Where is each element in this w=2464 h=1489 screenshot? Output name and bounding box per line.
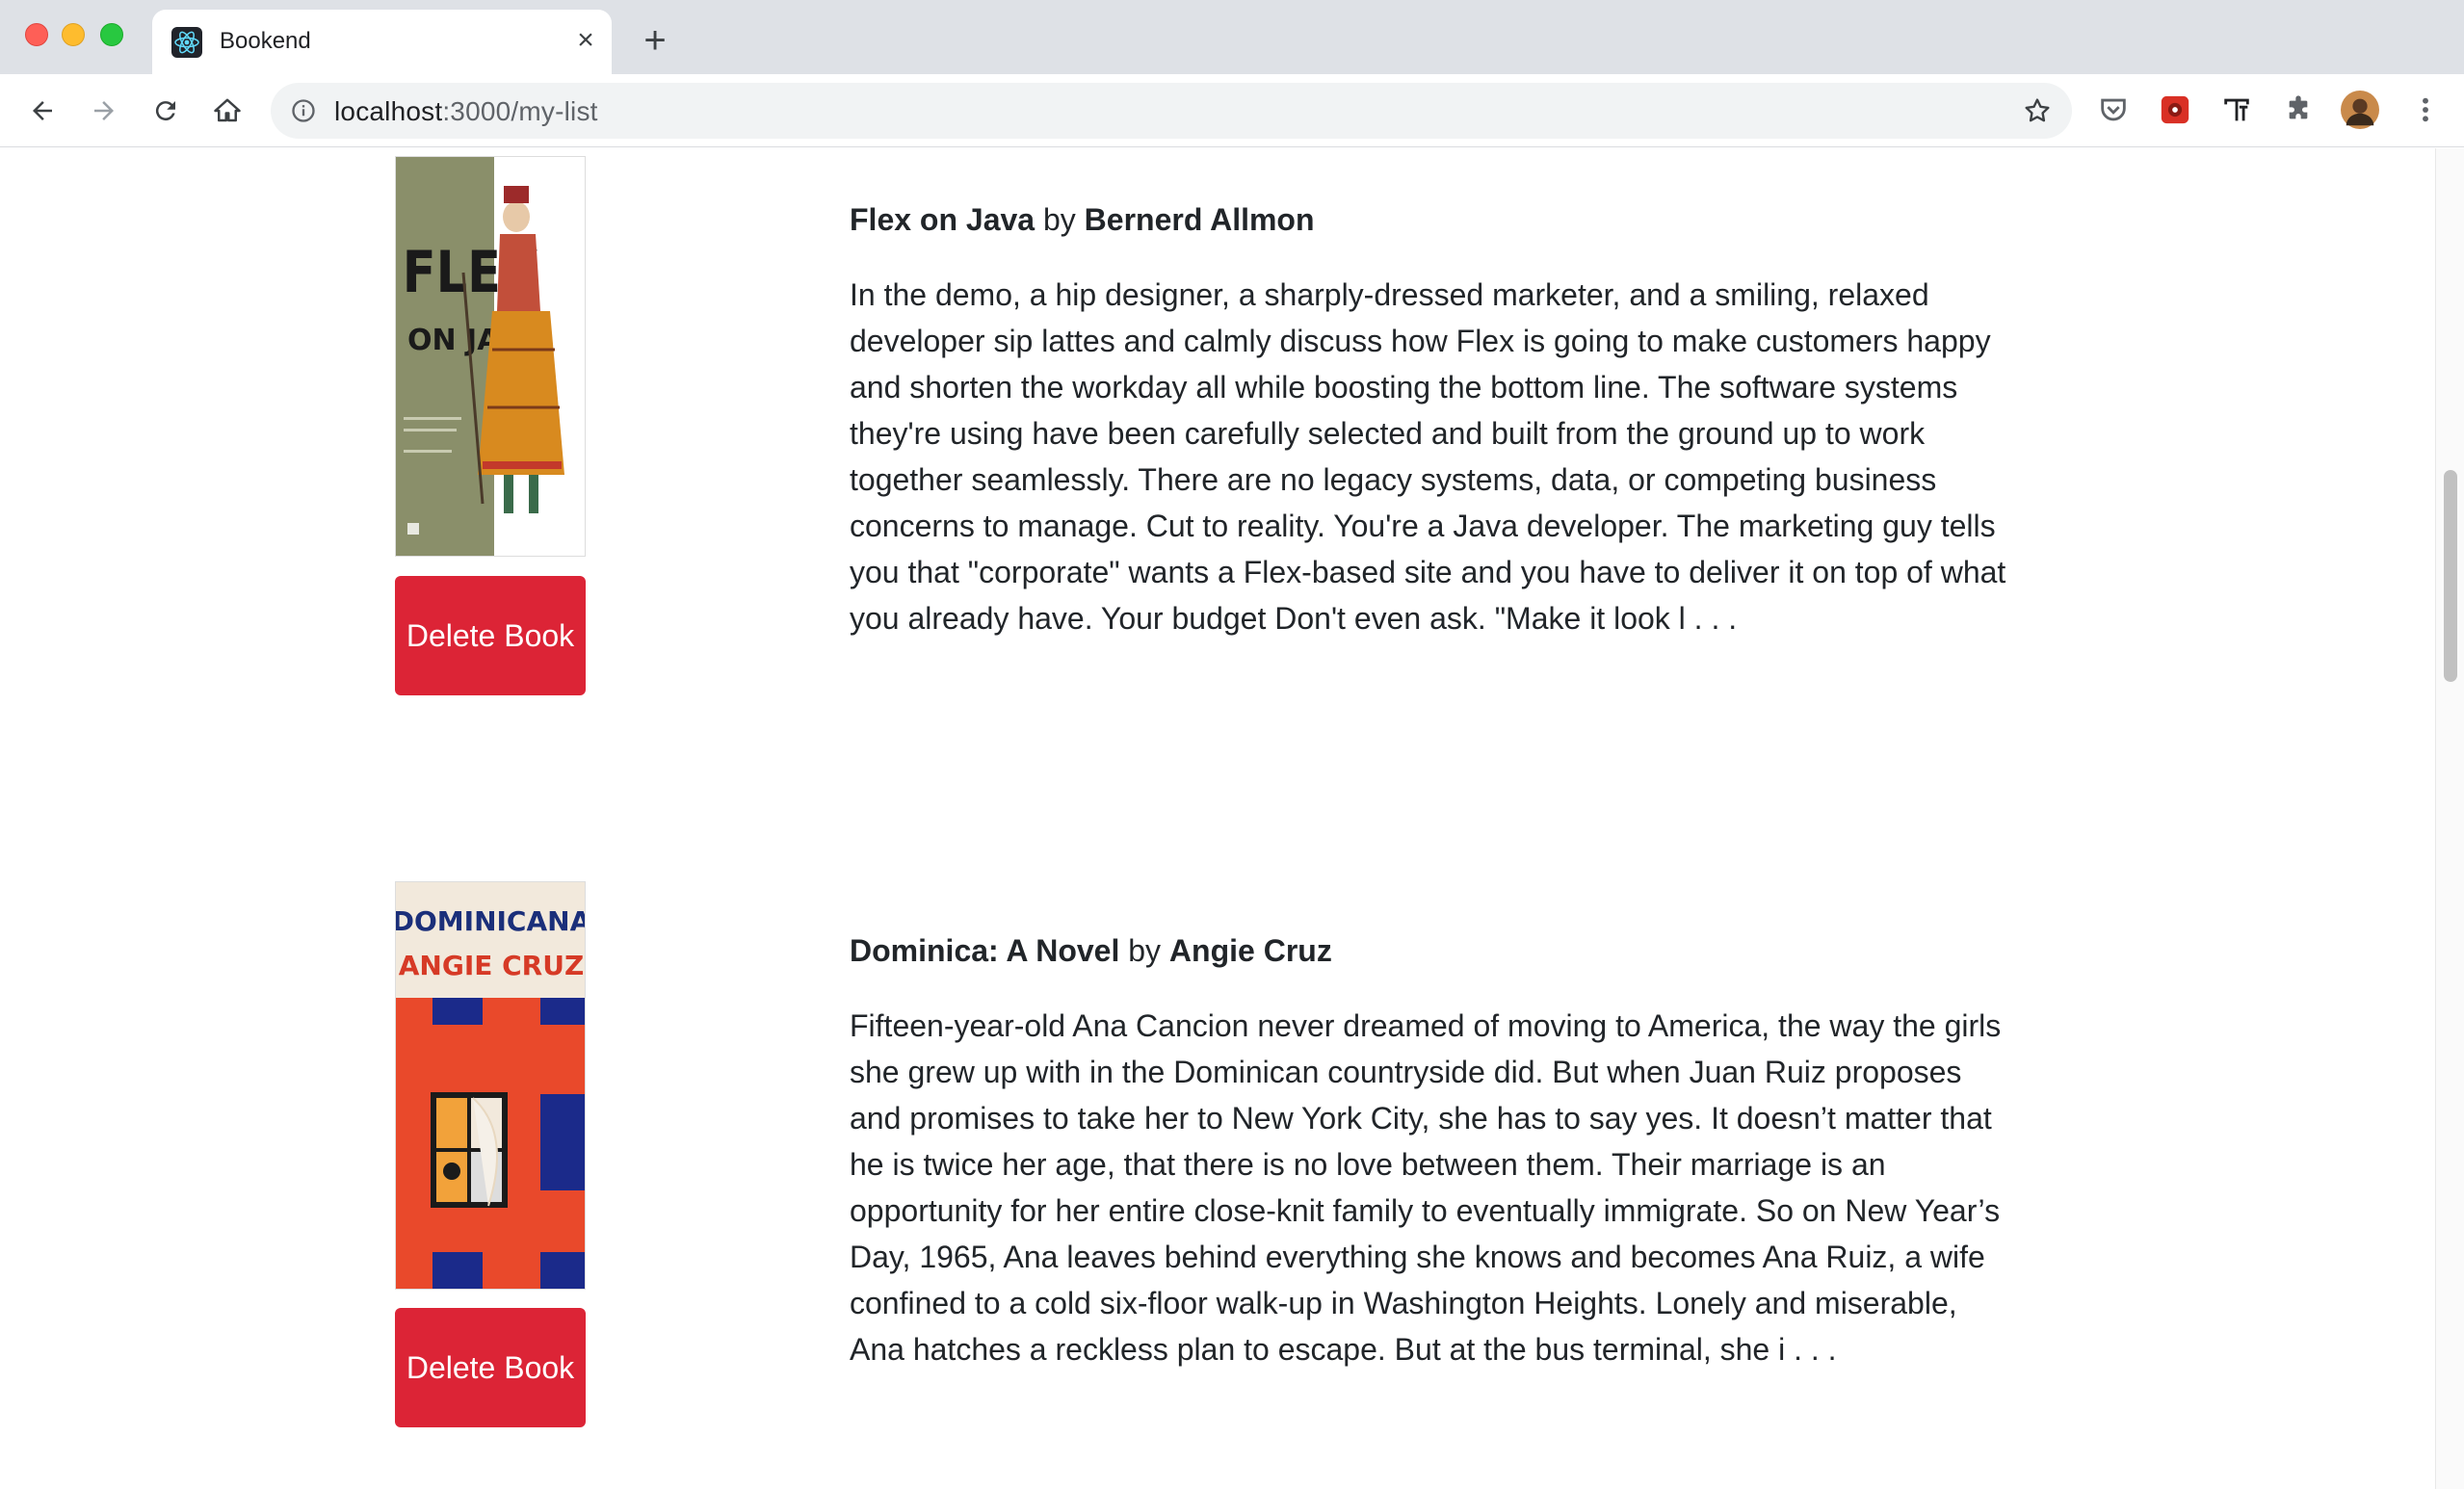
book-title: Dominica: A Novel xyxy=(850,933,1120,968)
by-label: by xyxy=(1042,202,1076,237)
react-logo-icon xyxy=(171,27,202,58)
book-title: Flex on Java xyxy=(850,202,1035,237)
window-maximize-button[interactable] xyxy=(100,23,123,46)
site-info-icon[interactable] xyxy=(290,97,317,124)
new-tab-plus-icon[interactable]: + xyxy=(636,21,674,60)
forward-arrow-icon[interactable] xyxy=(83,90,125,132)
book-heading: Flex on Java by Bernerd Allmon xyxy=(850,200,2017,239)
browser-toolbar: localhost:3000/my-list xyxy=(0,74,2464,147)
url-host: localhost xyxy=(334,96,443,126)
back-arrow-icon[interactable] xyxy=(21,90,64,132)
book-description: Fifteen-year-old Ana Cancion never dream… xyxy=(850,1008,2002,1367)
book-info: Flex on Java by Bernerd Allmon In the de… xyxy=(850,200,2017,641)
address-bar[interactable]: localhost:3000/my-list xyxy=(271,83,2072,139)
book-info: Dominica: A Novel by Angie Cruz Fifteen-… xyxy=(850,931,2017,1372)
delete-book-button[interactable]: Delete Book xyxy=(395,576,586,695)
tab-title: Bookend xyxy=(220,28,311,54)
book-cover-image: FLEX ON JAVA xyxy=(395,156,586,557)
delete-book-button[interactable]: Delete Book xyxy=(395,1308,586,1427)
cover-title-line1: DOMINICANA xyxy=(396,905,586,937)
extensions-puzzle-icon[interactable] xyxy=(2279,91,2318,129)
book-author: Angie Cruz xyxy=(1168,933,1332,968)
book-cover-image: DOMINICANA ANGIE CRUZ xyxy=(395,881,586,1290)
window-close-button[interactable] xyxy=(25,23,48,46)
vertical-scrollbar[interactable] xyxy=(2435,148,2464,1489)
profile-avatar[interactable] xyxy=(2341,91,2379,129)
browser-tab-active[interactable]: Bookend × xyxy=(152,10,612,74)
window-minimize-button[interactable] xyxy=(62,23,85,46)
book-author: Bernerd Allmon xyxy=(1084,202,1315,237)
cover-title-line2: ANGIE CRUZ xyxy=(399,950,585,981)
red-extension-icon[interactable] xyxy=(2156,91,2194,129)
url-path: :3000/my-list xyxy=(442,96,598,126)
scrollbar-thumb[interactable] xyxy=(2444,470,2457,682)
tab-close-icon[interactable]: × xyxy=(568,23,603,58)
book-description: In the demo, a hip designer, a sharply-d… xyxy=(850,277,2006,636)
page-content: FLEX ON JAVA Delete Book Flex on Java by… xyxy=(0,148,2464,1489)
by-label: by xyxy=(1128,933,1162,968)
home-icon[interactable] xyxy=(206,90,249,132)
reload-icon[interactable] xyxy=(144,90,187,132)
book-heading: Dominica: A Novel by Angie Cruz xyxy=(850,931,2017,970)
browser-titlebar: Bookend × + xyxy=(0,0,2464,74)
typography-extension-icon[interactable] xyxy=(2217,91,2256,129)
pocket-extension-icon[interactable] xyxy=(2094,91,2133,129)
bookmark-star-icon[interactable] xyxy=(2022,95,2053,126)
chrome-menu-icon[interactable] xyxy=(2406,91,2445,129)
url-text[interactable]: localhost:3000/my-list xyxy=(334,96,598,127)
